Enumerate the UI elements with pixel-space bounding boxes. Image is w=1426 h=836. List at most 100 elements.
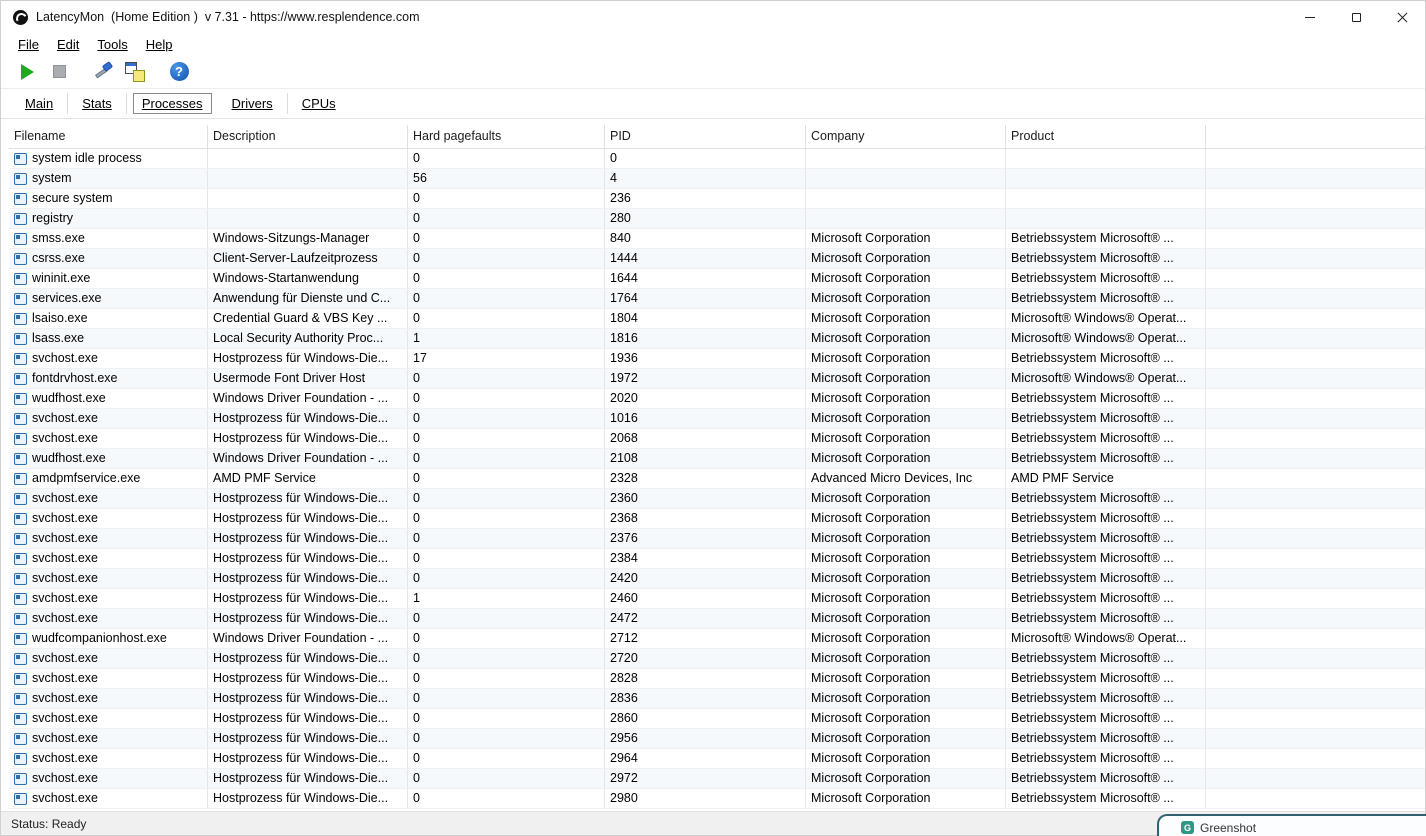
tab-main[interactable]: Main [11, 93, 68, 114]
minimize-icon [1305, 17, 1315, 18]
table-row[interactable]: svchost.exeHostprozess für Windows-Die..… [9, 429, 1425, 449]
process-icon [14, 373, 27, 385]
table-row[interactable]: svchost.exeHostprozess für Windows-Die..… [9, 549, 1425, 569]
table-row[interactable]: wudfhost.exeWindows Driver Foundation - … [9, 449, 1425, 469]
table-row[interactable]: svchost.exeHostprozess für Windows-Die..… [9, 509, 1425, 529]
window-title: LatencyMon (Home Edition ) v 7.31 - http… [36, 10, 420, 24]
close-button[interactable] [1379, 1, 1425, 33]
status-text: Status: Ready [11, 817, 86, 831]
tab-processes[interactable]: Processes [133, 93, 212, 114]
table-row[interactable]: smss.exeWindows-Sitzungs-Manager0840Micr… [9, 229, 1425, 249]
process-icon [14, 153, 27, 165]
maximize-button[interactable] [1333, 1, 1379, 33]
driver-tools-icon [93, 62, 113, 82]
table-row[interactable]: lsaiso.exeCredential Guard & VBS Key ...… [9, 309, 1425, 329]
copy-report-button[interactable] [121, 59, 149, 85]
table-row[interactable]: services.exeAnwendung für Dienste und C.… [9, 289, 1425, 309]
table-row[interactable]: svchost.exeHostprozess für Windows-Die..… [9, 489, 1425, 509]
table-row[interactable]: csrss.exeClient-Server-Laufzeitprozess01… [9, 249, 1425, 269]
table-row[interactable]: system idle process00 [9, 149, 1425, 169]
process-icon [14, 433, 27, 445]
table-row[interactable]: svchost.exeHostprozess für Windows-Die..… [9, 729, 1425, 749]
window-controls [1287, 1, 1425, 33]
process-icon [14, 233, 27, 245]
process-table-body: system idle process00system564secure sys… [9, 149, 1425, 809]
column-header-hard-pagefaults[interactable]: Hard pagefaults [408, 125, 605, 148]
table-row[interactable]: svchost.exeHostprozess für Windows-Die..… [9, 589, 1425, 609]
table-row[interactable]: system564 [9, 169, 1425, 189]
menubar: File Edit Tools Help [1, 33, 1425, 55]
process-icon [14, 393, 27, 405]
process-icon [14, 413, 27, 425]
process-icon [14, 313, 27, 325]
menu-file[interactable]: File [9, 37, 48, 52]
process-icon [14, 653, 27, 665]
table-row[interactable]: svchost.exeHostprozess für Windows-Die..… [9, 669, 1425, 689]
table-row[interactable]: wudfhost.exeWindows Driver Foundation - … [9, 389, 1425, 409]
tab-stats[interactable]: Stats [68, 93, 127, 114]
driver-tools-button[interactable] [89, 59, 117, 85]
column-header-filename[interactable]: Filename [9, 125, 208, 148]
process-table: Filename Description Hard pagefaults PID… [1, 119, 1425, 811]
process-icon [14, 273, 27, 285]
table-row[interactable]: svchost.exeHostprozess für Windows-Die..… [9, 769, 1425, 789]
table-row[interactable]: secure system0236 [9, 189, 1425, 209]
table-row[interactable]: svchost.exeHostprozess für Windows-Die..… [9, 749, 1425, 769]
close-icon [1397, 12, 1408, 23]
menu-help[interactable]: Help [137, 37, 182, 52]
process-icon [14, 533, 27, 545]
process-icon [14, 773, 27, 785]
app-icon [13, 10, 28, 25]
column-header-description[interactable]: Description [208, 125, 408, 148]
table-row[interactable]: svchost.exeHostprozess für Windows-Die..… [9, 409, 1425, 429]
maximize-icon [1352, 13, 1361, 22]
process-icon [14, 173, 27, 185]
table-row[interactable]: lsass.exeLocal Security Authority Proc..… [9, 329, 1425, 349]
greenshot-icon: G [1181, 821, 1194, 834]
process-icon [14, 493, 27, 505]
start-monitor-button[interactable] [13, 59, 41, 85]
menu-tools[interactable]: Tools [88, 37, 136, 52]
column-header-product[interactable]: Product [1006, 125, 1206, 148]
table-header: Filename Description Hard pagefaults PID… [9, 125, 1425, 149]
tab-drivers[interactable]: Drivers [218, 93, 288, 114]
stop-monitor-icon [53, 65, 66, 78]
process-icon [14, 753, 27, 765]
app-window: LatencyMon (Home Edition ) v 7.31 - http… [0, 0, 1426, 836]
greenshot-label: Greenshot [1200, 821, 1256, 835]
table-row[interactable]: amdpmfservice.exeAMD PMF Service02328Adv… [9, 469, 1425, 489]
stop-monitor-button[interactable] [45, 59, 73, 85]
minimize-button[interactable] [1287, 1, 1333, 33]
copy-report-icon [125, 62, 145, 82]
table-row[interactable]: svchost.exeHostprozess für Windows-Die..… [9, 689, 1425, 709]
table-row[interactable]: wudfcompanionhost.exeWindows Driver Foun… [9, 629, 1425, 649]
table-row[interactable]: svchost.exeHostprozess für Windows-Die..… [9, 349, 1425, 369]
process-icon [14, 213, 27, 225]
process-icon [14, 713, 27, 725]
table-row[interactable]: svchost.exeHostprozess für Windows-Die..… [9, 569, 1425, 589]
process-icon [14, 333, 27, 345]
table-row[interactable]: svchost.exeHostprozess für Windows-Die..… [9, 709, 1425, 729]
greenshot-notification[interactable]: G Greenshot [1157, 814, 1426, 836]
table-row[interactable]: svchost.exeHostprozess für Windows-Die..… [9, 649, 1425, 669]
table-row[interactable]: wininit.exeWindows-Startanwendung01644Mi… [9, 269, 1425, 289]
process-icon [14, 193, 27, 205]
process-icon [14, 453, 27, 465]
table-row[interactable]: registry0280 [9, 209, 1425, 229]
table-row[interactable]: svchost.exeHostprozess für Windows-Die..… [9, 529, 1425, 549]
table-row[interactable]: svchost.exeHostprozess für Windows-Die..… [9, 609, 1425, 629]
process-icon [14, 633, 27, 645]
table-row[interactable]: fontdrvhost.exeUsermode Font Driver Host… [9, 369, 1425, 389]
column-header-company[interactable]: Company [806, 125, 1006, 148]
table-row[interactable]: svchost.exeHostprozess für Windows-Die..… [9, 789, 1425, 809]
help-button[interactable]: ? [165, 59, 193, 85]
process-icon [14, 353, 27, 365]
column-header-pid[interactable]: PID [605, 125, 806, 148]
process-icon [14, 513, 27, 525]
start-monitor-icon [21, 64, 34, 80]
menu-edit[interactable]: Edit [48, 37, 88, 52]
process-icon [14, 673, 27, 685]
process-icon [14, 613, 27, 625]
tab-cpus[interactable]: CPUs [288, 93, 350, 114]
tabbar: Main Stats Processes Drivers CPUs [1, 89, 1425, 119]
